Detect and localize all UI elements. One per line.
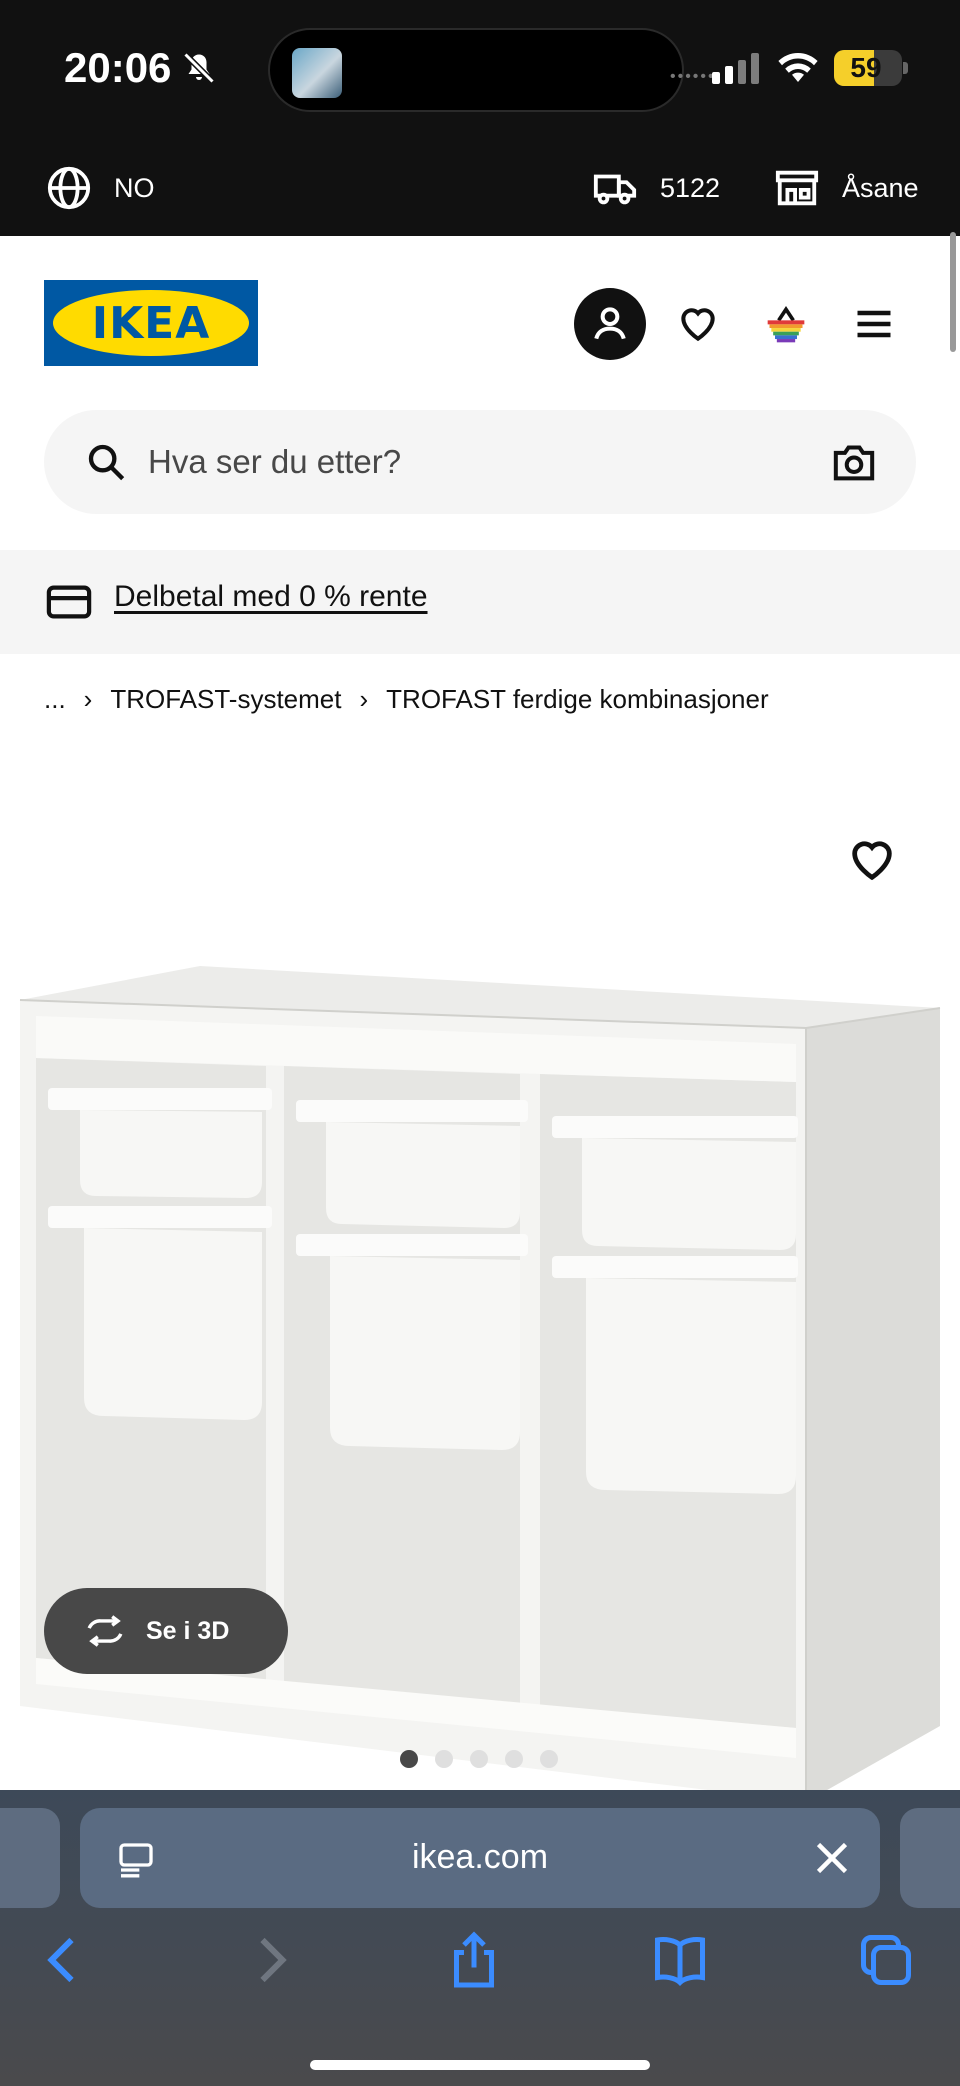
carousel-dot[interactable] xyxy=(505,1750,523,1768)
search-icon xyxy=(88,444,125,481)
postcode-text: 5122 xyxy=(660,172,721,203)
breadcrumb: ... › TROFAST-systemet › TROFAST ferdige… xyxy=(44,684,769,715)
silent-bell-icon xyxy=(183,52,216,84)
bookmarks-icon[interactable] xyxy=(650,1930,710,1990)
basket-icon xyxy=(767,306,805,343)
globe-icon xyxy=(47,166,91,210)
store-selector[interactable]: Åsane xyxy=(774,140,919,236)
next-tab[interactable] xyxy=(900,1808,960,1908)
language-code: NO xyxy=(114,172,155,203)
installment-link[interactable]: Delbetal med 0 % rente xyxy=(114,580,428,614)
breadcrumb-trofast-system[interactable]: TROFAST-systemet xyxy=(110,684,341,715)
site-top-bar: NO 5122 Åsane xyxy=(0,140,960,236)
carousel-dot[interactable] xyxy=(400,1750,418,1768)
back-icon[interactable] xyxy=(34,1930,94,1990)
hamburger-menu-icon xyxy=(857,310,891,338)
browser-toolbar xyxy=(0,1930,960,2020)
now-playing-artwork xyxy=(292,48,342,98)
battery-percent: 59 xyxy=(850,52,882,83)
carousel-dot[interactable] xyxy=(540,1750,558,1768)
url-text: ikea.com xyxy=(411,1838,549,1876)
ikea-logo[interactable]: IKEA xyxy=(44,280,258,366)
page-scrollbar[interactable] xyxy=(950,232,956,352)
rotate-3d-icon xyxy=(87,1615,123,1647)
chevron-right-icon: › xyxy=(83,684,93,714)
add-to-favourites-heart-icon[interactable] xyxy=(846,834,898,886)
web-page: IKEA Hva ser du etter? Delbetal med 0 % … xyxy=(0,236,960,1790)
wifi-icon xyxy=(778,52,818,82)
store-name: Åsane xyxy=(842,172,919,203)
status-time: 20:06 xyxy=(64,44,217,92)
cellular-signal-icon xyxy=(712,52,759,84)
breadcrumb-trofast-combinations[interactable]: TROFAST ferdige kombinasjoner xyxy=(386,684,768,715)
tabs-icon[interactable] xyxy=(856,1930,916,1990)
breadcrumb-ellipsis[interactable]: ... xyxy=(44,684,66,715)
home-indicator[interactable] xyxy=(310,2060,650,2070)
share-icon[interactable] xyxy=(444,1930,504,1990)
forward-icon[interactable] xyxy=(240,1930,300,1990)
favourites-button[interactable] xyxy=(662,288,734,360)
delivery-postcode[interactable]: 5122 xyxy=(592,140,720,236)
status-bar: 20:06 •••••• 59 xyxy=(0,0,960,140)
truck-icon xyxy=(593,174,637,205)
chevron-right-icon: › xyxy=(359,684,369,714)
search-input[interactable] xyxy=(148,430,828,494)
browser-chrome: ikea.com xyxy=(0,1790,960,2086)
store-icon xyxy=(775,170,819,206)
account-button[interactable] xyxy=(574,288,646,360)
previous-tab[interactable] xyxy=(0,1808,60,1908)
carousel-dot[interactable] xyxy=(435,1750,453,1768)
carousel-pagination xyxy=(400,1750,558,1768)
cart-button[interactable] xyxy=(750,288,822,360)
time-text: 20:06 xyxy=(64,44,172,91)
search-bar[interactable] xyxy=(44,410,916,514)
camera-icon[interactable] xyxy=(832,442,876,482)
battery-indicator: 59 xyxy=(834,50,908,86)
site-header: IKEA xyxy=(0,236,960,406)
view-in-3d-label: Se i 3D xyxy=(146,1616,230,1645)
menu-button[interactable] xyxy=(838,288,910,360)
address-bar[interactable]: ikea.com xyxy=(80,1808,880,1908)
heart-icon xyxy=(681,308,715,342)
dynamic-island[interactable]: •••••• xyxy=(268,28,714,112)
promo-banner: Delbetal med 0 % rente xyxy=(0,550,960,654)
language-selector[interactable]: NO xyxy=(46,140,155,236)
user-icon xyxy=(594,307,626,340)
view-in-3d-button[interactable]: Se i 3D xyxy=(44,1588,288,1674)
carousel-dot[interactable] xyxy=(470,1750,488,1768)
close-icon[interactable] xyxy=(814,1840,850,1876)
credit-card-icon xyxy=(46,585,92,619)
